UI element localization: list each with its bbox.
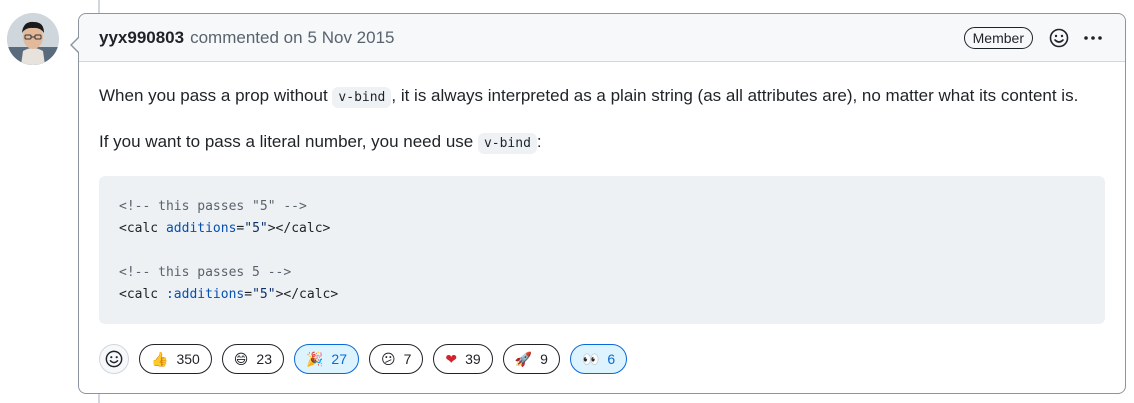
reaction-count: 9 [540,351,548,367]
reaction-heart[interactable]: ❤ 39 [433,344,493,374]
rocket-icon: 🚀 [514,350,533,367]
reaction-count: 350 [176,351,200,367]
eyes-icon: 👀 [581,350,600,367]
reaction-rocket[interactable]: 🚀 9 [502,344,560,374]
reaction-count: 23 [256,351,272,367]
avatar[interactable] [7,13,59,65]
reaction-count: 7 [403,351,412,367]
comment-action: commented on [190,27,303,47]
reaction-confused[interactable]: 😕 7 [369,344,424,374]
code-comment: <!-- this passes "5" --> [119,199,307,214]
thumbs-up-icon: 👍 [151,350,169,367]
reaction-count: 39 [465,351,481,367]
paragraph-text: When you pass a prop without [99,86,333,105]
paragraph-1: When you pass a prop without v-bind, it … [99,84,1105,110]
comment-box: yyx990803 commented on 5 Nov 2015 Member… [70,13,1126,394]
comment-body: When you pass a prop without v-bind, it … [79,62,1125,324]
smiley-icon [105,350,123,368]
role-badge: Member [963,26,1033,49]
reaction-eyes[interactable]: 👀 6 [569,344,628,374]
paragraph-text: If you want to pass a literal number, yo… [99,132,478,151]
add-reaction-button[interactable] [99,344,129,374]
code-tag: ></calc> [275,287,339,302]
inline-code: v-bind [332,87,392,108]
avatar-image [7,13,59,65]
paragraph-text: , it is always interpreted as a plain st… [391,86,1079,105]
reaction-count: 6 [607,351,616,367]
reactions-bar: 👍 350 😄 23 🎉 27 😕 7 ❤ 39 🚀 9 👀 6 [99,344,628,374]
paragraph-2: If you want to pass a literal number, yo… [99,130,1105,156]
code-string: "5" [252,287,276,302]
code-eq: = [244,287,253,302]
code-tag: ></calc> [267,221,331,236]
inline-code: v-bind [477,133,537,154]
hooray-icon: 🎉 [305,350,324,367]
paragraph-text: : [536,132,542,151]
code-attr: additions [165,221,237,236]
code-string: "5" [244,221,268,236]
reaction-thumbs-up[interactable]: 👍 350 [139,344,212,374]
code-tag: <calc [119,221,166,236]
reaction-laugh[interactable]: 😄 23 [221,344,284,374]
reaction-count: 27 [331,351,347,367]
code-comment: <!-- this passes 5 --> [119,265,292,280]
code-block: <!-- this passes "5" --> <calc additions… [99,176,1105,324]
heart-icon: ❤ [445,350,458,367]
confused-icon: 😕 [381,350,396,367]
comment-date[interactable]: 5 Nov 2015 [308,28,395,48]
author-link[interactable]: yyx990803 [99,28,184,48]
comment-caret-fill [72,37,80,53]
code-attr: :additions [165,287,245,302]
comment-header: yyx990803 commented on 5 Nov 2015 Member [79,14,1125,62]
kebab-horizontal-icon[interactable] [1081,26,1105,50]
smiley-icon[interactable] [1047,26,1071,50]
code-tag: <calc [119,287,166,302]
laugh-icon: 😄 [233,350,249,367]
reaction-hooray[interactable]: 🎉 27 [293,344,359,374]
